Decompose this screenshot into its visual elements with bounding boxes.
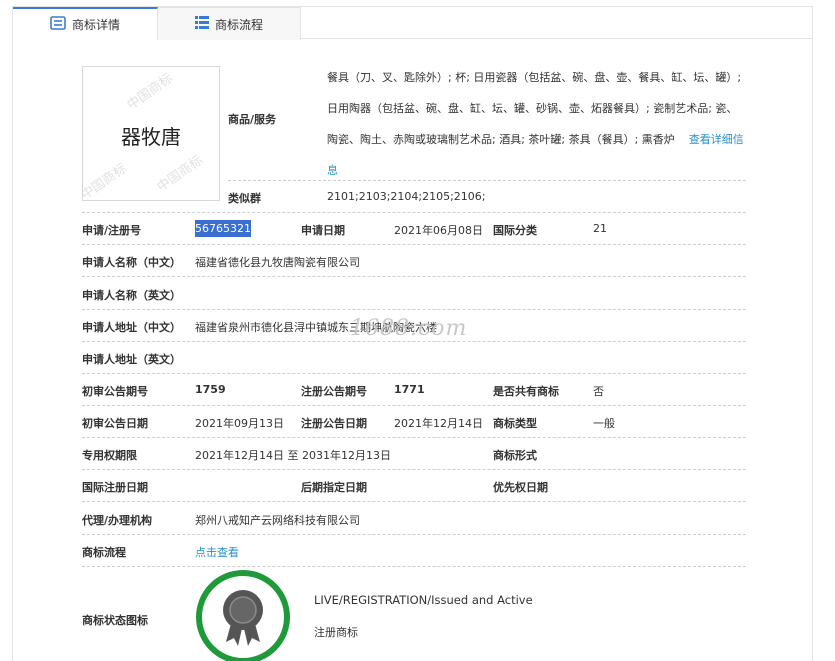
goods-label: 商品/服务 [228, 113, 277, 126]
registered-badge-icon [196, 570, 290, 661]
goods-line-text: 陶瓷、陶土、赤陶或玻璃制艺术品; 酒具; 茶叶罐; 茶具（餐具）; 熏香炉 [327, 133, 675, 146]
logo-watermark: 中国商标 [82, 161, 130, 201]
reg-issue-value: 1771 [394, 383, 425, 396]
applicant-cn-label: 申请人名称（中文） [82, 256, 181, 269]
site-watermark: 1688.com [350, 316, 468, 341]
prelim-date-label: 初审公告日期 [82, 417, 148, 430]
exclusive-value: 2021年12月14日 至 2031年12月13日 [195, 449, 391, 462]
view-more-link[interactable]: 查看详细信 [689, 133, 744, 146]
document-list-icon [50, 15, 66, 33]
reg-date-label: 注册公告日期 [301, 417, 367, 430]
tab-label: 商标详情 [71, 17, 120, 32]
reg-issue-label: 注册公告期号 [301, 385, 367, 398]
logo-text: 器牧唐 [121, 125, 181, 149]
goods-line: 日用陶器（包括盆、碗、盘、缸、坛、罐、砂锅、壶、炻器餐具）; 瓷制艺术品; 瓷、 [327, 102, 738, 115]
reg-date-value: 2021年12月14日 [394, 417, 483, 430]
status-label: 商标状态图标 [82, 614, 148, 627]
intl-reg-date-label: 国际注册日期 [82, 481, 148, 494]
agent-value: 郑州八戒知产云网络科技有限公司 [195, 514, 360, 527]
apply-date-value: 2021年06月08日 [394, 224, 483, 237]
applicant-en-label: 申请人名称（英文） [82, 289, 181, 302]
logo-watermark: 中国商标 [154, 153, 206, 196]
similar-group-value: 2101;2103;2104;2105;2106; [327, 190, 486, 203]
goods-line: 餐具（刀、叉、匙除外）; 杯; 日用瓷器（包括盆、碗、盘、壶、餐具、缸、坛、罐）… [327, 71, 742, 84]
goods-line: 陶瓷、陶土、赤陶或玻璃制艺术品; 酒具; 茶叶罐; 茶具（餐具）; 熏香炉 查看详… [327, 124, 747, 155]
address-en-label: 申请人地址（英文） [82, 353, 181, 366]
applicant-cn-value: 福建省德化县九牧唐陶瓷有限公司 [195, 256, 360, 269]
intl-class-value: 21 [593, 222, 607, 235]
apply-date-label: 申请日期 [301, 224, 345, 237]
grid-list-icon [194, 16, 209, 32]
intl-class-label: 国际分类 [493, 224, 537, 237]
priority-date-label: 优先权日期 [493, 481, 548, 494]
flow-label: 商标流程 [82, 546, 126, 559]
goods-text: 餐具（刀、叉、匙除外）; 杯; 日用瓷器（包括盆、碗、盘、壶、餐具、缸、坛、罐）… [327, 62, 747, 186]
reg-no-label: 申请/注册号 [82, 224, 142, 237]
type-value: 一般 [593, 417, 615, 430]
view-flow-link[interactable]: 点击查看 [195, 544, 239, 560]
reg-no-value[interactable]: 56765321 [195, 220, 251, 237]
prelim-issue-label: 初审公告期号 [82, 385, 148, 398]
status-en: LIVE/REGISTRATION/Issued and Active [314, 593, 533, 607]
tab-trademark-flow[interactable]: 商标流程 [158, 7, 301, 40]
prelim-date-value: 2021年09月13日 [195, 417, 284, 430]
form-label: 商标形式 [493, 449, 537, 462]
shared-value: 否 [593, 385, 604, 398]
exclusive-label: 专用权期限 [82, 449, 137, 462]
type-label: 商标类型 [493, 417, 537, 430]
trademark-logo-image: 中国商标 中国商标 中国商标 器牧唐 [82, 66, 220, 201]
agent-label: 代理/办理机构 [82, 514, 153, 527]
shared-label: 是否共有商标 [493, 385, 559, 398]
later-date-label: 后期指定日期 [301, 481, 367, 494]
prelim-issue-value: 1759 [195, 383, 226, 396]
status-cn: 注册商标 [314, 626, 358, 639]
logo-watermark: 中国商标 [124, 71, 176, 114]
tab-trademark-detail[interactable]: 商标详情 [13, 7, 158, 40]
address-cn-label: 申请人地址（中文） [82, 321, 181, 334]
view-more-link-tail[interactable]: 息 [327, 164, 338, 177]
similar-group-label: 类似群 [228, 192, 261, 205]
tab-label: 商标流程 [214, 17, 263, 32]
tab-bar: 商标详情 商标流程 [13, 7, 812, 40]
